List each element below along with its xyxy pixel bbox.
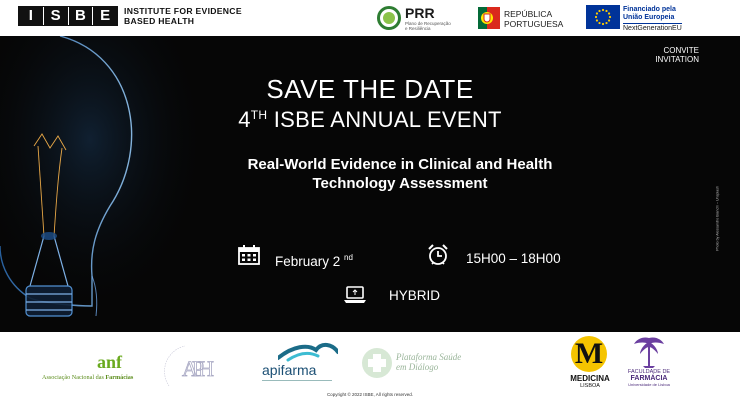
eu-star — [605, 9, 608, 13]
event-date-suffix: nd — [344, 253, 353, 262]
eu-star — [607, 19, 611, 22]
medicina-m-icon: M — [571, 336, 607, 372]
eu-star — [594, 15, 598, 19]
prr-circle-icon — [377, 6, 401, 30]
farmacia-line3: Universidade de Lisboa — [628, 382, 670, 387]
eu-funding-logo[interactable]: Financiado pela União Europeia NextGener… — [586, 5, 726, 33]
partners-footer: anf Associação Nacional das Farmácias AP… — [0, 332, 740, 400]
calendar-icon — [238, 245, 260, 265]
farmacia-text: FACULDADE DE FARMÁCIA Universidade de Li… — [624, 369, 674, 389]
republica-portuguesa-text: REPÚBLICA PORTUGUESA — [504, 9, 563, 29]
medicina-lisboa-text: LISBOA — [580, 383, 600, 389]
plataforma-line2: em Diálogo — [396, 362, 439, 372]
eu-star — [595, 12, 599, 15]
laptop-icon — [344, 286, 366, 303]
aph-logo[interactable]: APH — [155, 340, 217, 394]
eu-line3: NextGenerationEU — [623, 23, 682, 32]
event-title: 4TH ISBE ANNUAL EVENT — [0, 107, 740, 133]
portugal-shield-icon — [478, 7, 500, 29]
farmacia-palm-icon — [634, 337, 664, 368]
plataforma-line1: Plataforma Saúde — [396, 352, 462, 362]
eu-star — [607, 12, 611, 15]
event-time: 15H00 – 18H00 — [466, 251, 561, 266]
isbe-logo[interactable]: I S B E — [18, 6, 118, 26]
apifarma-wave-icon — [278, 343, 338, 362]
save-the-date-heading: SAVE THE DATE — [266, 74, 474, 104]
isbe-letter-i: I — [19, 7, 44, 25]
isbe-subtitle: INSTITUTE FOR EVIDENCE BASED HEALTH — [124, 6, 242, 26]
eu-star — [601, 8, 605, 12]
prr-subtitle: Plano de Recuperação e Resiliência — [405, 21, 465, 31]
plataforma-saude-logo[interactable]: Plataforma Saúde em Diálogo — [360, 346, 470, 386]
anf-full-name: Associação Nacional das Farmácias — [42, 374, 134, 381]
event-banner: CONVITE INVITATION SAVE THE DATE 4TH ISB… — [0, 36, 740, 332]
event-date-text: February 2 — [275, 254, 341, 269]
event-mode: HYBRID — [389, 288, 441, 303]
isbe-subtitle-line2: BASED HEALTH — [124, 15, 195, 26]
plataforma-cross-icon — [362, 348, 392, 378]
eu-star — [598, 21, 601, 25]
apifarma-underline — [262, 380, 332, 381]
rp-line1: REPÚBLICA — [504, 9, 553, 19]
invitation-text: INVITATION — [655, 55, 699, 64]
event-ordinal-suffix: TH — [250, 108, 268, 122]
event-name: ISBE ANNUAL EVENT — [273, 107, 502, 132]
prr-title: PRR — [405, 5, 435, 21]
header-bar: I S B E INSTITUTE FOR EVIDENCE BASED HEA… — [0, 0, 740, 36]
apifarma-text: apifarma — [262, 362, 317, 378]
rp-line2: PORTUGUESA — [504, 19, 564, 29]
eu-flag-icon — [586, 5, 620, 29]
eu-line1: Financiado pela — [623, 6, 676, 13]
eu-star — [601, 22, 605, 26]
isbe-letter-b: B — [69, 7, 94, 25]
eu-funding-text: Financiado pela União Europeia NextGener… — [623, 6, 682, 33]
anf-logo[interactable]: anf Associação Nacional das Farmácias — [42, 352, 152, 384]
eu-star — [608, 15, 612, 19]
plataforma-text: Plataforma Saúde em Diálogo — [396, 352, 461, 372]
isbe-letter-e: E — [100, 7, 111, 24]
apifarma-logo[interactable]: apifarma — [250, 336, 345, 388]
prr-subtitle-line2: e Resiliência — [405, 26, 431, 31]
isbe-letter-s: S — [44, 7, 69, 25]
anf-logo-text: anf — [97, 352, 123, 372]
eu-star — [598, 9, 601, 13]
medicina-lisboa-logo[interactable]: M MEDICINA LISBOA — [566, 334, 616, 394]
medicina-text: MEDICINA — [570, 374, 610, 383]
copyright-text: Copyright © 2022 ISBE, All rights reserv… — [326, 392, 414, 397]
event-number: 4 — [238, 107, 251, 132]
republica-portuguesa-logo[interactable]: REPÚBLICA PORTUGUESA — [478, 5, 578, 31]
aph-logo-text: APH — [182, 356, 214, 381]
medicina-letter: M — [574, 337, 604, 370]
event-subtitle-line2: Technology Assessment — [312, 175, 488, 192]
alarm-clock-icon — [428, 244, 448, 265]
faculdade-farmacia-logo[interactable]: FACULDADE DE FARMÁCIA Universidade de Li… — [624, 334, 674, 396]
convite-text: CONVITE — [663, 46, 699, 55]
eu-star — [595, 19, 599, 22]
prr-logo[interactable]: PRR Plano de Recuperação e Resiliência — [377, 5, 467, 31]
eu-line2: União Europeia — [623, 14, 675, 21]
event-subtitle: Real-World Evidence in Clinical and Heal… — [200, 155, 600, 193]
invitation-label: CONVITE INVITATION — [655, 46, 699, 64]
photo-credit: Photo by Alessandro Bianchi – Unsplash — [716, 186, 720, 251]
event-date: February 2 nd — [275, 253, 353, 269]
event-subtitle-line1: Real-World Evidence in Clinical and Heal… — [247, 156, 553, 173]
eu-star — [605, 21, 608, 25]
